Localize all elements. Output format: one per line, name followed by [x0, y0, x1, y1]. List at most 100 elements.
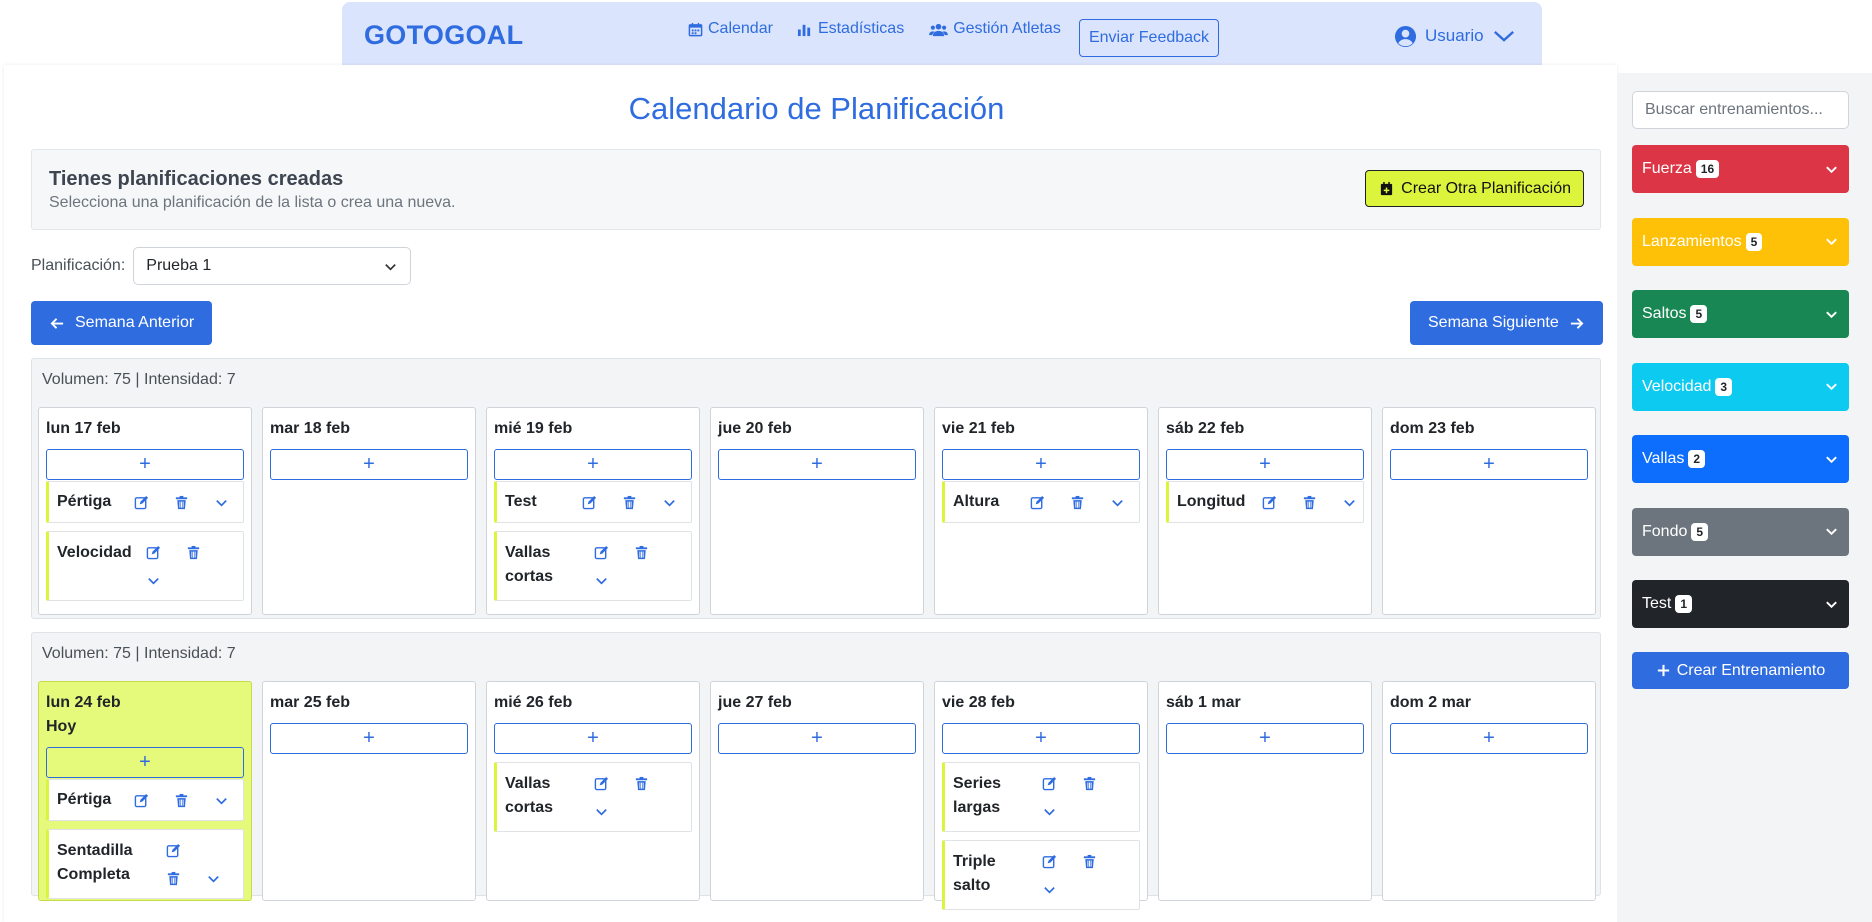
day-name: vie 28 feb	[942, 691, 1147, 715]
day-cell: sáb 22 feb + Longitud	[1158, 407, 1372, 615]
add-training-button[interactable]: +	[942, 449, 1140, 480]
add-training-button[interactable]: +	[1166, 449, 1364, 480]
chevron-down-icon[interactable]	[145, 572, 161, 588]
add-training-button[interactable]: +	[270, 449, 468, 480]
category-vallas[interactable]: Vallas 2	[1632, 435, 1849, 483]
trash-icon[interactable]	[185, 544, 201, 560]
training-entry[interactable]: Velocidad	[46, 531, 244, 601]
search-trainings-input[interactable]: Buscar entrenamientos...	[1632, 91, 1849, 129]
trash-icon[interactable]	[1081, 775, 1097, 791]
training-sidebar: Buscar entrenamientos... Fuerza 16 Lanzam…	[1617, 73, 1872, 922]
training-entry[interactable]: Vallas cortas	[494, 762, 692, 832]
trash-icon[interactable]	[633, 544, 649, 560]
trash-icon[interactable]	[1301, 494, 1317, 510]
chevron-down-icon[interactable]	[213, 792, 229, 808]
plan-label: Planificación:	[31, 257, 126, 274]
trash-icon[interactable]	[173, 792, 189, 808]
trash-icon[interactable]	[1081, 853, 1097, 869]
week-summary: Volumen: 75 | Intensidad: 7	[42, 645, 236, 662]
plus-icon	[1656, 663, 1672, 679]
day-cell: mié 19 feb + Test Vallas cortas	[486, 407, 700, 615]
trash-icon[interactable]	[165, 870, 181, 886]
edit-icon[interactable]	[165, 842, 181, 858]
edit-icon[interactable]	[593, 775, 609, 791]
training-entry[interactable]: Pértiga	[46, 779, 244, 821]
previous-week-button[interactable]: Semana Anterior	[31, 301, 213, 345]
training-entry[interactable]: Sentadilla Completa	[46, 829, 244, 899]
training-entry-name: Velocidad	[57, 544, 132, 561]
category-fuerza[interactable]: Fuerza 16	[1632, 145, 1849, 193]
trash-icon[interactable]	[621, 494, 637, 510]
training-entry[interactable]: Triple salto	[942, 840, 1140, 910]
day-name: mar 25 feb	[270, 691, 475, 715]
training-entry[interactable]: Test	[494, 481, 692, 523]
add-training-button[interactable]: +	[46, 449, 244, 480]
edit-icon[interactable]	[1029, 494, 1045, 510]
add-training-button[interactable]: +	[494, 723, 692, 754]
add-training-button[interactable]: +	[942, 723, 1140, 754]
nav-link-calendar[interactable]: Calendar	[687, 20, 773, 38]
day-name: lun 17 feb	[46, 417, 251, 441]
chevron-down-icon	[1823, 596, 1839, 612]
next-week-button[interactable]: Semana Siguiente	[1410, 301, 1603, 345]
day-cell: mar 18 feb +	[262, 407, 476, 615]
category-lanzamientos[interactable]: Lanzamientos 5	[1632, 217, 1849, 266]
training-entry[interactable]: Altura	[942, 481, 1140, 523]
trash-icon[interactable]	[173, 494, 189, 510]
add-training-button[interactable]: +	[718, 449, 916, 480]
training-entry[interactable]: Pértiga	[46, 481, 244, 523]
calendar-plus-icon	[1378, 181, 1394, 197]
training-entry[interactable]: Series largas	[942, 762, 1140, 832]
category-count-badge: 5	[1745, 232, 1763, 251]
week-block: Volumen: 75 | Intensidad: 7 lun 24 feb Ho…	[31, 632, 1601, 910]
day-cell: mié 26 feb + Vallas cortas	[486, 681, 700, 901]
chevron-down-icon[interactable]	[1041, 881, 1057, 897]
user-menu[interactable]: Usuario	[1393, 24, 1516, 48]
nav-link-gestion-atletas[interactable]: Gestión Atletas	[928, 20, 1061, 38]
category-saltos[interactable]: Saltos 5	[1632, 290, 1849, 338]
add-training-button[interactable]: +	[270, 723, 468, 754]
add-training-button[interactable]: +	[1390, 449, 1588, 480]
category-test[interactable]: Test 1	[1632, 580, 1849, 628]
edit-icon[interactable]	[133, 494, 149, 510]
trash-icon[interactable]	[633, 775, 649, 791]
training-entry[interactable]: Longitud	[1166, 481, 1364, 523]
day-name: sáb 22 feb	[1166, 417, 1371, 441]
chevron-down-icon[interactable]	[205, 870, 221, 886]
category-velocidad[interactable]: Velocidad 3	[1632, 362, 1849, 411]
edit-icon[interactable]	[145, 544, 161, 560]
add-training-button[interactable]: +	[46, 747, 244, 778]
create-training-button[interactable]: Crear Entrenamiento	[1632, 652, 1849, 689]
add-training-button[interactable]: +	[718, 723, 916, 754]
chevron-down-icon[interactable]	[593, 803, 609, 819]
trash-icon[interactable]	[1069, 494, 1085, 510]
chevron-down-icon[interactable]	[593, 572, 609, 588]
day-cell: dom 2 mar +	[1382, 681, 1596, 901]
edit-icon[interactable]	[593, 544, 609, 560]
edit-icon[interactable]	[1041, 853, 1057, 869]
category-fondo[interactable]: Fondo 5	[1632, 507, 1849, 556]
create-plan-button[interactable]: Crear Otra Planificación	[1365, 170, 1584, 207]
edit-icon[interactable]	[1261, 494, 1277, 510]
nav-link-estadisticas[interactable]: Estadísticas	[797, 20, 904, 38]
chevron-down-icon[interactable]	[1341, 494, 1357, 510]
add-training-button[interactable]: +	[1166, 723, 1364, 754]
category-label: Test	[1642, 595, 1672, 612]
edit-icon[interactable]	[1041, 775, 1057, 791]
previous-week-label: Semana Anterior	[75, 314, 195, 331]
add-training-button[interactable]: +	[1390, 723, 1588, 754]
training-entry[interactable]: Vallas cortas	[494, 531, 692, 601]
feedback-button[interactable]: Enviar Feedback	[1079, 19, 1219, 57]
brand-logo[interactable]: GOTOGOAL	[364, 20, 523, 51]
plan-select[interactable]: Prueba 1	[133, 247, 412, 285]
chevron-down-icon[interactable]	[661, 494, 677, 510]
chevron-down-icon[interactable]	[1109, 494, 1125, 510]
edit-icon[interactable]	[581, 494, 597, 510]
edit-icon[interactable]	[133, 792, 149, 808]
day-name: mié 26 feb	[494, 691, 699, 715]
chevron-down-icon[interactable]	[213, 494, 229, 510]
add-training-button[interactable]: +	[494, 449, 692, 480]
training-entry-name: Pértiga	[57, 791, 112, 808]
category-label: Vallas	[1642, 450, 1685, 467]
chevron-down-icon[interactable]	[1041, 803, 1057, 819]
